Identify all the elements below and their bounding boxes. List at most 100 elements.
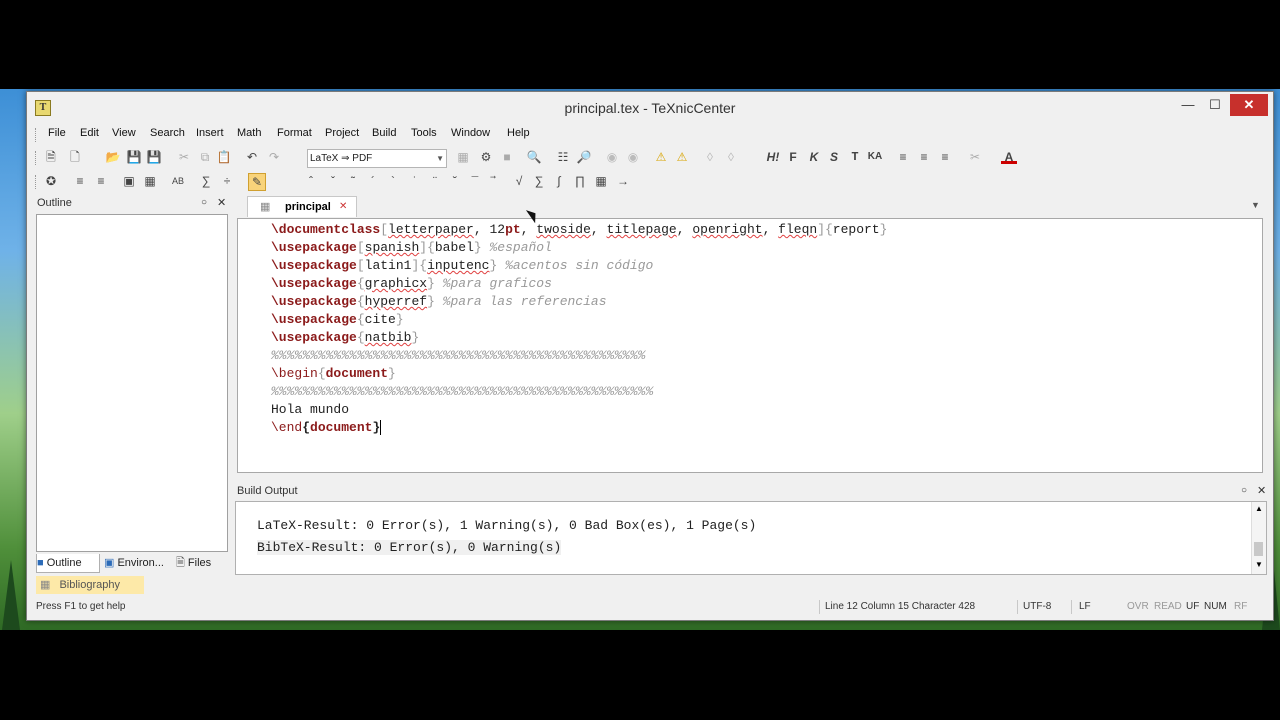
cut-icon[interactable]: ✂ bbox=[176, 149, 192, 165]
close-button[interactable]: ✕ bbox=[1230, 94, 1268, 116]
copy-icon[interactable]: ⧉ bbox=[197, 149, 213, 165]
find-in-files-icon[interactable]: 🔎 bbox=[576, 149, 592, 165]
math-symbol-icon[interactable]: ∑ bbox=[198, 173, 214, 189]
new-project-icon[interactable]: 🗎 bbox=[43, 149, 59, 165]
maximize-button[interactable]: ☐ bbox=[1202, 94, 1228, 116]
paste-icon[interactable]: 📋 bbox=[216, 149, 232, 165]
table-icon[interactable]: ▦ bbox=[142, 173, 158, 189]
pin-icon[interactable]: ○ bbox=[201, 197, 207, 208]
previous-error-icon[interactable]: ◊ bbox=[702, 149, 718, 165]
menu-file[interactable]: File bbox=[48, 127, 66, 139]
warning-icon[interactable]: ⚠ bbox=[653, 149, 669, 165]
italic-icon[interactable]: K bbox=[806, 149, 822, 165]
tab-outline[interactable]: ■ Outline bbox=[36, 554, 100, 573]
sum-icon[interactable]: ∑ bbox=[531, 173, 547, 189]
scroll-down-icon[interactable]: ▼ bbox=[1255, 560, 1263, 569]
bold-icon[interactable]: F bbox=[785, 149, 801, 165]
product-icon[interactable]: ∏ bbox=[572, 173, 588, 189]
typewriter-icon[interactable]: T bbox=[847, 149, 863, 165]
next-error-icon[interactable]: ◊ bbox=[723, 149, 739, 165]
menu-build[interactable]: Build bbox=[372, 127, 396, 139]
align-right-icon[interactable]: ≡ bbox=[937, 149, 953, 165]
math-mode-icon[interactable]: ✎ bbox=[248, 173, 266, 191]
menu-tools[interactable]: Tools bbox=[411, 127, 437, 139]
menu-help[interactable]: Help bbox=[507, 127, 530, 139]
menu-format[interactable]: Format bbox=[277, 127, 312, 139]
code-content: \documentclass[letterpaper, 12pt, twosid… bbox=[271, 221, 887, 437]
save-all-icon[interactable]: 💾 bbox=[146, 149, 162, 165]
minimize-button[interactable]: — bbox=[1175, 94, 1201, 116]
font-color-icon[interactable]: A bbox=[1001, 149, 1017, 164]
tab-principal[interactable]: ▦ principal ✕ bbox=[247, 196, 357, 217]
bibliography-tab[interactable]: ▦ Bibliography bbox=[36, 576, 144, 594]
close-panel-icon[interactable]: ✕ bbox=[217, 196, 226, 209]
code-line-6: \usepackage{cite} bbox=[271, 312, 404, 327]
accent-check-icon[interactable]: ˇ bbox=[325, 173, 341, 189]
accent-acute-icon[interactable]: ´ bbox=[365, 173, 381, 189]
toolbar-grip[interactable] bbox=[35, 175, 38, 189]
enumerate-icon[interactable]: ≡ bbox=[93, 173, 109, 189]
output-profile-select[interactable]: LaTeX ⇒ PDF ▼ bbox=[307, 149, 447, 168]
code-line-9: \begin{document} bbox=[271, 366, 396, 381]
itemize-icon[interactable]: ≡ bbox=[72, 173, 88, 189]
accent-vec-icon[interactable]: ⃗ bbox=[488, 173, 504, 189]
spell-check-icon[interactable]: AB bbox=[170, 173, 186, 189]
accent-dot-icon[interactable]: ˙ bbox=[407, 173, 423, 189]
save-icon[interactable]: 💾 bbox=[126, 149, 142, 165]
integral-icon[interactable]: ∫ bbox=[551, 173, 567, 189]
tab-files[interactable]: 🗎 Files bbox=[176, 554, 224, 572]
fraction-icon[interactable]: ÷ bbox=[219, 173, 235, 189]
align-center-icon[interactable]: ≡ bbox=[916, 149, 932, 165]
accent-hat-icon[interactable]: ˆ bbox=[303, 173, 319, 189]
scrollbar-thumb[interactable] bbox=[1254, 542, 1263, 556]
document-list-dropdown-icon[interactable]: ▼ bbox=[1251, 200, 1260, 210]
previous-mark-icon[interactable]: ◉ bbox=[604, 149, 620, 165]
find-icon[interactable]: ☷ bbox=[555, 149, 571, 165]
new-file-icon[interactable]: 🗋 bbox=[67, 149, 83, 165]
open-icon[interactable]: 📂 bbox=[105, 149, 121, 165]
menu-edit[interactable]: Edit bbox=[80, 127, 99, 139]
status-bar: Press F1 to get help Line 12 Column 15 C… bbox=[27, 598, 1273, 618]
code-editor[interactable]: \documentclass[letterpaper, 12pt, twosid… bbox=[237, 218, 1263, 473]
build-all-icon[interactable]: ⚙ bbox=[478, 149, 494, 165]
menu-view[interactable]: View bbox=[112, 127, 136, 139]
accent-grave-icon[interactable]: ` bbox=[385, 173, 401, 189]
panel-tabs: ■ Outline ▣ Environ... 🗎 Files bbox=[36, 554, 228, 573]
slanted-icon[interactable]: S bbox=[826, 149, 842, 165]
align-left-icon[interactable]: ≡ bbox=[895, 149, 911, 165]
undo-icon[interactable]: ↶ bbox=[244, 149, 260, 165]
vertical-scrollbar[interactable]: ▲ ▼ bbox=[1251, 502, 1266, 574]
graphic-icon[interactable]: ▣ bbox=[121, 173, 137, 189]
menu-search[interactable]: Search bbox=[150, 127, 185, 139]
pin-icon[interactable]: ○ bbox=[1241, 485, 1247, 496]
menubar-grip[interactable] bbox=[35, 128, 38, 142]
menu-insert[interactable]: Insert bbox=[196, 127, 224, 139]
menu-window[interactable]: Window bbox=[451, 127, 490, 139]
stop-build-icon[interactable]: ■ bbox=[499, 149, 515, 165]
small-caps-icon[interactable]: KA bbox=[867, 149, 883, 165]
accent-tilde-icon[interactable]: ˜ bbox=[345, 173, 361, 189]
arrow-icon[interactable]: → bbox=[615, 173, 631, 189]
highlight-icon[interactable]: ✂ bbox=[967, 149, 983, 165]
close-panel-icon[interactable]: ✕ bbox=[1257, 484, 1266, 497]
tab-environments[interactable]: ▣ Environ... bbox=[104, 554, 172, 572]
close-tab-icon[interactable]: ✕ bbox=[339, 197, 347, 217]
sqrt-icon[interactable]: √ bbox=[511, 173, 527, 189]
build-icon[interactable]: ▦ bbox=[455, 149, 471, 165]
redo-icon[interactable]: ↷ bbox=[266, 149, 282, 165]
structure-icon[interactable]: ✪ bbox=[43, 173, 59, 189]
matrix-icon[interactable]: ▦ bbox=[593, 173, 609, 189]
next-warning-icon[interactable]: ⚠ bbox=[674, 149, 690, 165]
menu-math[interactable]: Math bbox=[237, 127, 261, 139]
outline-tree[interactable] bbox=[36, 214, 228, 552]
menu-project[interactable]: Project bbox=[325, 127, 359, 139]
accent-ddot-icon[interactable]: ¨ bbox=[427, 173, 443, 189]
view-output-icon[interactable]: 🔍 bbox=[526, 149, 542, 165]
scroll-up-icon[interactable]: ▲ bbox=[1255, 504, 1263, 513]
heading-icon[interactable]: H! bbox=[765, 149, 781, 165]
toolbar-grip[interactable] bbox=[35, 151, 38, 165]
accent-bar-icon[interactable]: ¯ bbox=[467, 173, 483, 189]
next-mark-icon[interactable]: ◉ bbox=[625, 149, 641, 165]
accent-breve-icon[interactable]: ˘ bbox=[447, 173, 463, 189]
build-output-panel[interactable]: LaTeX-Result: 0 Error(s), 1 Warning(s), … bbox=[235, 501, 1267, 575]
